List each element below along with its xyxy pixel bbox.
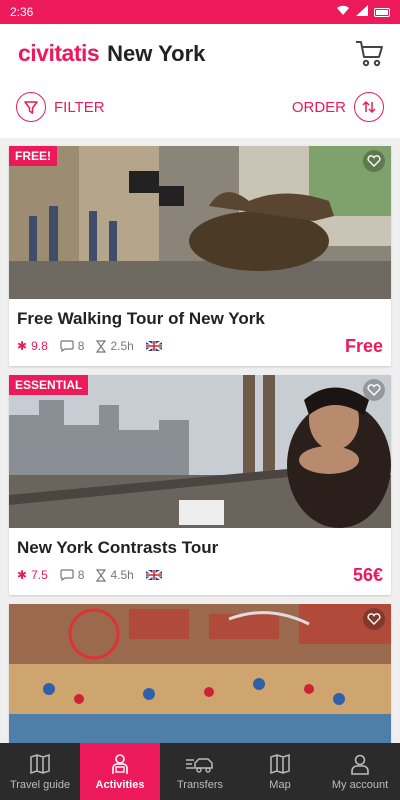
hourglass-icon [96,339,107,353]
map-icon [270,753,290,774]
cart-button[interactable] [354,38,384,68]
tab-my-account[interactable]: My account [320,743,400,800]
heart-icon[interactable] [363,379,385,401]
tab-label: Travel guide [9,778,71,791]
uk-flag-icon [145,341,162,351]
duration: 2.5h [96,339,134,353]
bottom-tab-bar: Travel guide Activities Transfers Map My… [0,743,400,800]
activity-image: FREE! [9,146,391,299]
tab-label: Map [269,778,291,791]
duration: 4.5h [96,568,134,582]
tab-transfers[interactable]: Transfers [160,743,240,800]
map-book-icon [30,753,50,774]
card-title: New York Contrasts Tour [17,538,219,557]
page-title: New York [107,41,206,66]
filter-icon [16,92,46,122]
duration-value: 4.5h [110,568,134,582]
transfer-car-icon [186,757,213,773]
activity-card[interactable]: FREE! Free Walking Tour of New York ✱ 9.… [9,146,391,366]
tab-travel-guide[interactable]: Travel guide [0,743,80,800]
card-price: Free [344,336,383,356]
card-meta: ✱ 9.8 8 2.5h [17,339,162,353]
activity-card[interactable]: ESSENTIAL New York Contrasts Tour ✱ 7.5 … [9,375,391,595]
person-icon [112,753,128,774]
comment-count: 8 [77,339,85,353]
tab-map[interactable]: Map [240,743,320,800]
status-bar: 2:36 [0,0,400,24]
order-label: ORDER [291,98,346,116]
rating: ✱ 9.8 [17,339,48,353]
rating-value: 9.8 [31,339,48,353]
rating-value: 7.5 [31,568,48,582]
signal-icon [356,5,368,19]
rating: ✱ 7.5 [17,568,48,582]
comment-count: 8 [77,568,85,582]
tab-activities[interactable]: Activities [80,743,160,800]
card-badge: ESSENTIAL [9,375,89,395]
order-button[interactable]: ORDER [292,92,384,122]
battery-icon [374,7,390,17]
rating-star-icon: ✱ [17,568,28,582]
card-title: Free Walking Tour of New York [17,309,265,328]
hourglass-icon [96,568,107,582]
activity-card[interactable] [9,604,391,743]
filter-label: FILTER [54,98,105,116]
comment-icon [60,569,74,581]
filter-button[interactable]: FILTER [16,92,105,122]
card-meta: ✱ 7.5 8 4.5h [17,568,162,582]
heart-icon[interactable] [363,150,385,172]
duration-value: 2.5h [110,339,134,353]
cart-icon [356,41,383,67]
comment-icon [60,340,74,352]
tab-label: Transfers [176,778,224,791]
wifi-icon [336,5,350,19]
rating-star-icon: ✱ [17,339,28,353]
heart-icon[interactable] [363,608,385,630]
activity-image: ESSENTIAL [9,375,391,528]
status-icons [336,5,390,19]
tab-label: Activities [95,778,145,791]
sort-icon [354,92,384,122]
status-time: 2:36 [10,5,34,19]
header: civitatis New York FILTER ORDER [0,24,400,138]
comments: 8 [60,339,85,353]
card-price: 56€ [352,565,383,585]
comments: 8 [60,568,85,582]
user-icon [351,754,369,775]
card-badge: FREE! [9,146,57,166]
activity-image [9,604,391,743]
uk-flag-icon [145,570,162,580]
tab-label: My account [331,778,389,791]
civitatis-logo: civitatis [18,40,100,66]
brand: civitatis New York [18,40,205,67]
